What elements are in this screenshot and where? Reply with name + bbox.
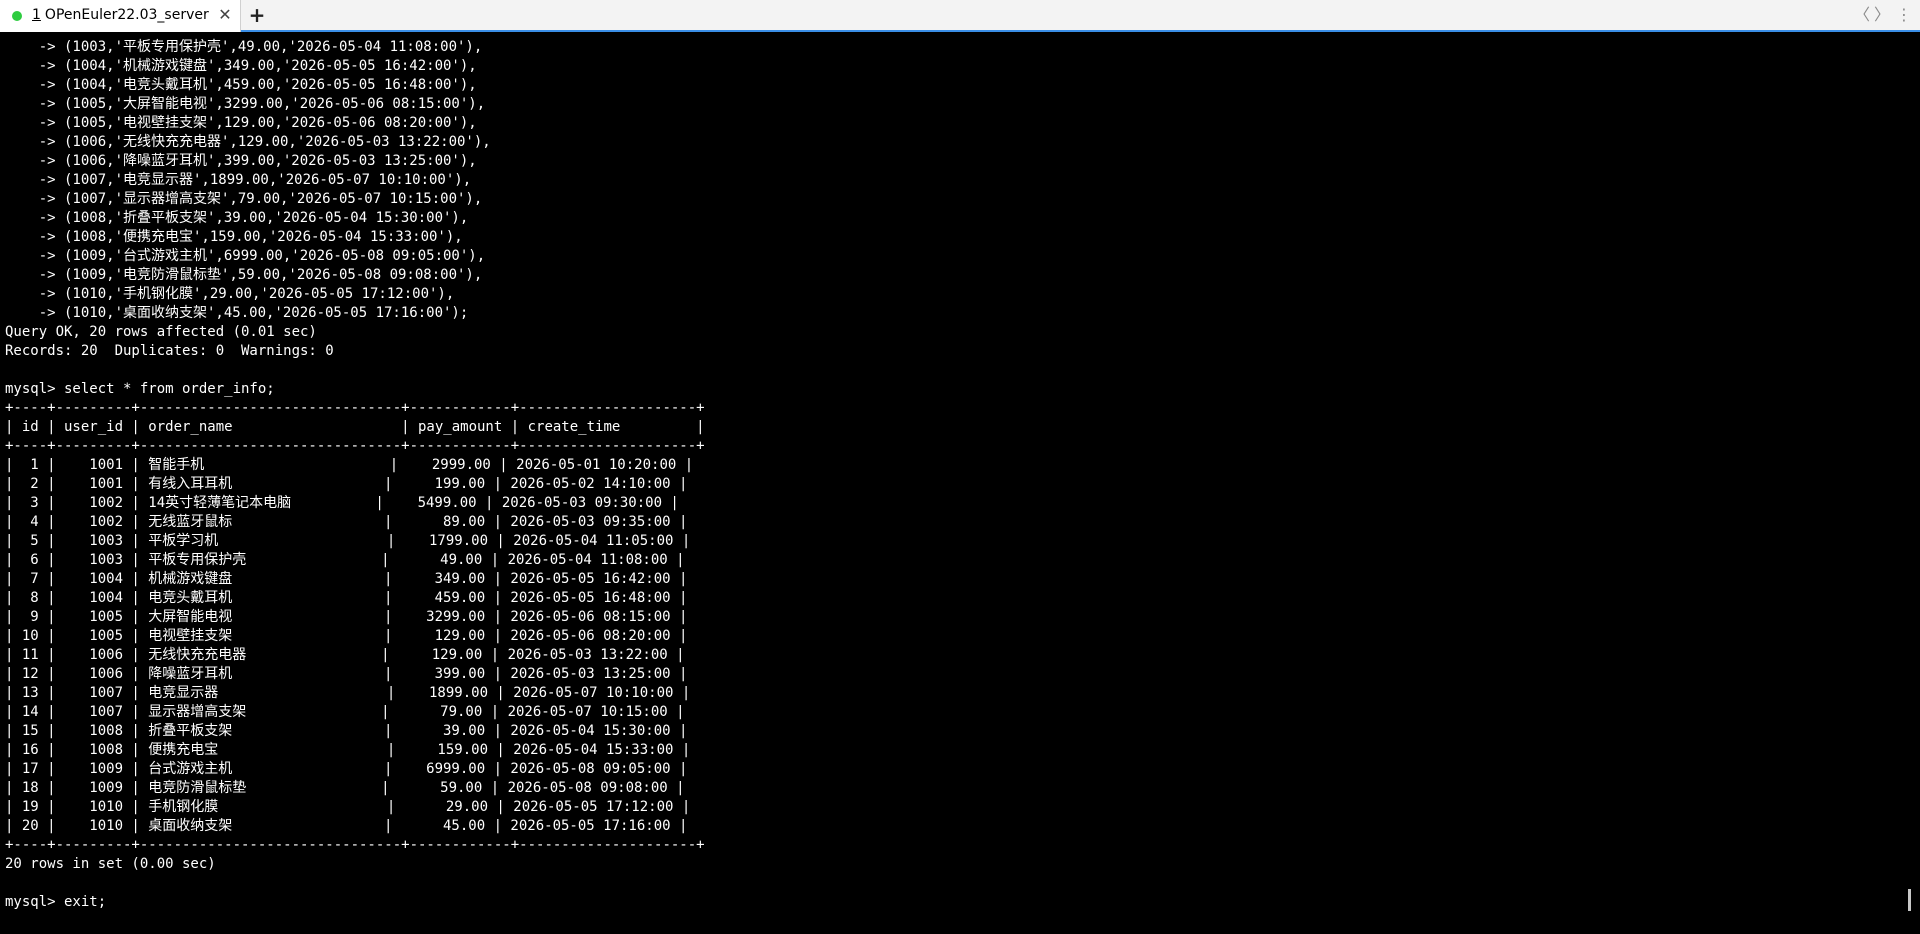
terminal-line: mysql> select * from order_info; — [5, 381, 275, 397]
terminal-line: | 17 | 1009 | 台式游戏主机 | 6999.00 | 2026-05… — [5, 761, 688, 777]
terminal-line: +----+---------+------------------------… — [5, 438, 705, 454]
terminal-line: | 11 | 1006 | 无线快充充电器 | 129.00 | 2026-05… — [5, 647, 685, 663]
terminal-scrollbar[interactable] — [1900, 34, 1920, 934]
terminal-line: | 5 | 1003 | 平板学习机 | 1799.00 | 2026-05-0… — [5, 533, 691, 549]
terminal-line: -> (1004,'机械游戏键盘',349.00,'2026-05-05 16:… — [5, 58, 477, 74]
tab-menu-icon[interactable]: ⋮ — [1896, 5, 1912, 25]
terminal-line: | 7 | 1004 | 机械游戏键盘 | 349.00 | 2026-05-0… — [5, 571, 688, 587]
terminal-line: +----+---------+------------------------… — [5, 400, 705, 416]
session-tab-label: 1 OPenEuler22.03_server — [32, 7, 209, 23]
close-icon[interactable]: ✕ — [216, 5, 234, 25]
new-tab-button[interactable]: + — [246, 4, 268, 26]
terminal-line: -> (1008,'便携充电宝',159.00,'2026-05-04 15:3… — [5, 229, 463, 245]
terminal-line: -> (1007,'显示器增高支架',79.00,'2026-05-07 10:… — [5, 191, 483, 207]
terminal-line: -> (1003,'平板专用保护壳',49.00,'2026-05-04 11:… — [5, 39, 483, 55]
terminal-output[interactable]: -> (1003,'平板专用保护壳',49.00,'2026-05-04 11:… — [0, 34, 1900, 934]
terminal-line: +----+---------+------------------------… — [5, 837, 705, 853]
terminal-line: -> (1007,'电竞显示器',1899.00,'2026-05-07 10:… — [5, 172, 472, 188]
terminal-line: | 12 | 1006 | 降噪蓝牙耳机 | 399.00 | 2026-05-… — [5, 666, 688, 682]
terminal-line: | 15 | 1008 | 折叠平板支架 | 39.00 | 2026-05-0… — [5, 723, 688, 739]
terminal-line: -> (1005,'大屏智能电视',3299.00,'2026-05-06 08… — [5, 96, 486, 112]
terminal-line: -> (1004,'电竞头戴耳机',459.00,'2026-05-05 16:… — [5, 77, 477, 93]
terminal-line: | 3 | 1002 | 14英寸轻薄笔记本电脑 | 5499.00 | 202… — [5, 495, 679, 511]
terminal-line: -> (1008,'折叠平板支架',39.00,'2026-05-04 15:3… — [5, 210, 469, 226]
terminal-line: Records: 20 Duplicates: 0 Warnings: 0 — [5, 343, 334, 359]
session-tab-number: 1 — [32, 7, 41, 23]
terminal-line: -> (1005,'电视壁挂支架',129.00,'2026-05-06 08:… — [5, 115, 477, 131]
terminal-line: | 18 | 1009 | 电竞防滑鼠标垫 | 59.00 | 2026-05-… — [5, 780, 685, 796]
terminal-line: | 13 | 1007 | 电竞显示器 | 1899.00 | 2026-05-… — [5, 685, 691, 701]
terminal-line: | 19 | 1010 | 手机钢化膜 | 29.00 | 2026-05-05… — [5, 799, 691, 815]
terminal-lines: -> (1003,'平板专用保护壳',49.00,'2026-05-04 11:… — [5, 38, 705, 912]
tab-bar: 1 OPenEuler22.03_server ✕ + 〈 〉 ⋮ — [0, 0, 1920, 32]
terminal-line: | 8 | 1004 | 电竞头戴耳机 | 459.00 | 2026-05-0… — [5, 590, 688, 606]
terminal-line: | 14 | 1007 | 显示器增高支架 | 79.00 | 2026-05-… — [5, 704, 685, 720]
terminal-line: | 20 | 1010 | 桌面收纳支架 | 45.00 | 2026-05-0… — [5, 818, 688, 834]
session-tab[interactable]: 1 OPenEuler22.03_server ✕ — [0, 0, 241, 32]
terminal-line: -> (1010,'手机钢化膜',29.00,'2026-05-05 17:12… — [5, 286, 455, 302]
terminal-line: -> (1009,'台式游戏主机',6999.00,'2026-05-08 09… — [5, 248, 486, 264]
terminal-line: mysql> exit; — [5, 894, 107, 910]
chevron-left-icon[interactable]: 〈 — [1854, 5, 1870, 25]
terminal-line: -> (1006,'降噪蓝牙耳机',399.00,'2026-05-03 13:… — [5, 153, 477, 169]
terminal-line: | 2 | 1001 | 有线入耳耳机 | 199.00 | 2026-05-0… — [5, 476, 688, 492]
scrollbar-thumb[interactable] — [1908, 889, 1911, 911]
terminal-line: 20 rows in set (0.00 sec) — [5, 856, 216, 872]
terminal-line: | 1 | 1001 | 智能手机 | 2999.00 | 2026-05-01… — [5, 457, 694, 473]
terminal-line: | 10 | 1005 | 电视壁挂支架 | 129.00 | 2026-05-… — [5, 628, 688, 644]
chevron-right-icon[interactable]: 〉 — [1874, 5, 1890, 25]
terminal-line: | 16 | 1008 | 便携充电宝 | 159.00 | 2026-05-0… — [5, 742, 691, 758]
terminal-line: | 9 | 1005 | 大屏智能电视 | 3299.00 | 2026-05-… — [5, 609, 688, 625]
connected-status-icon — [12, 11, 22, 21]
terminal-line: -> (1006,'无线快充充电器',129.00,'2026-05-03 13… — [5, 134, 491, 150]
terminal-line: -> (1010,'桌面收纳支架',45.00,'2026-05-05 17:1… — [5, 305, 469, 321]
terminal-line: -> (1009,'电竞防滑鼠标垫',59.00,'2026-05-08 09:… — [5, 267, 483, 283]
terminal-line: | 4 | 1002 | 无线蓝牙鼠标 | 89.00 | 2026-05-03… — [5, 514, 688, 530]
terminal-line: | 6 | 1003 | 平板专用保护壳 | 49.00 | 2026-05-0… — [5, 552, 685, 568]
terminal-line: | id | user_id | order_name | pay_amount… — [5, 419, 705, 435]
session-tab-title: OPenEuler22.03_server — [44, 7, 209, 23]
terminal-line: Query OK, 20 rows affected (0.01 sec) — [5, 324, 317, 340]
